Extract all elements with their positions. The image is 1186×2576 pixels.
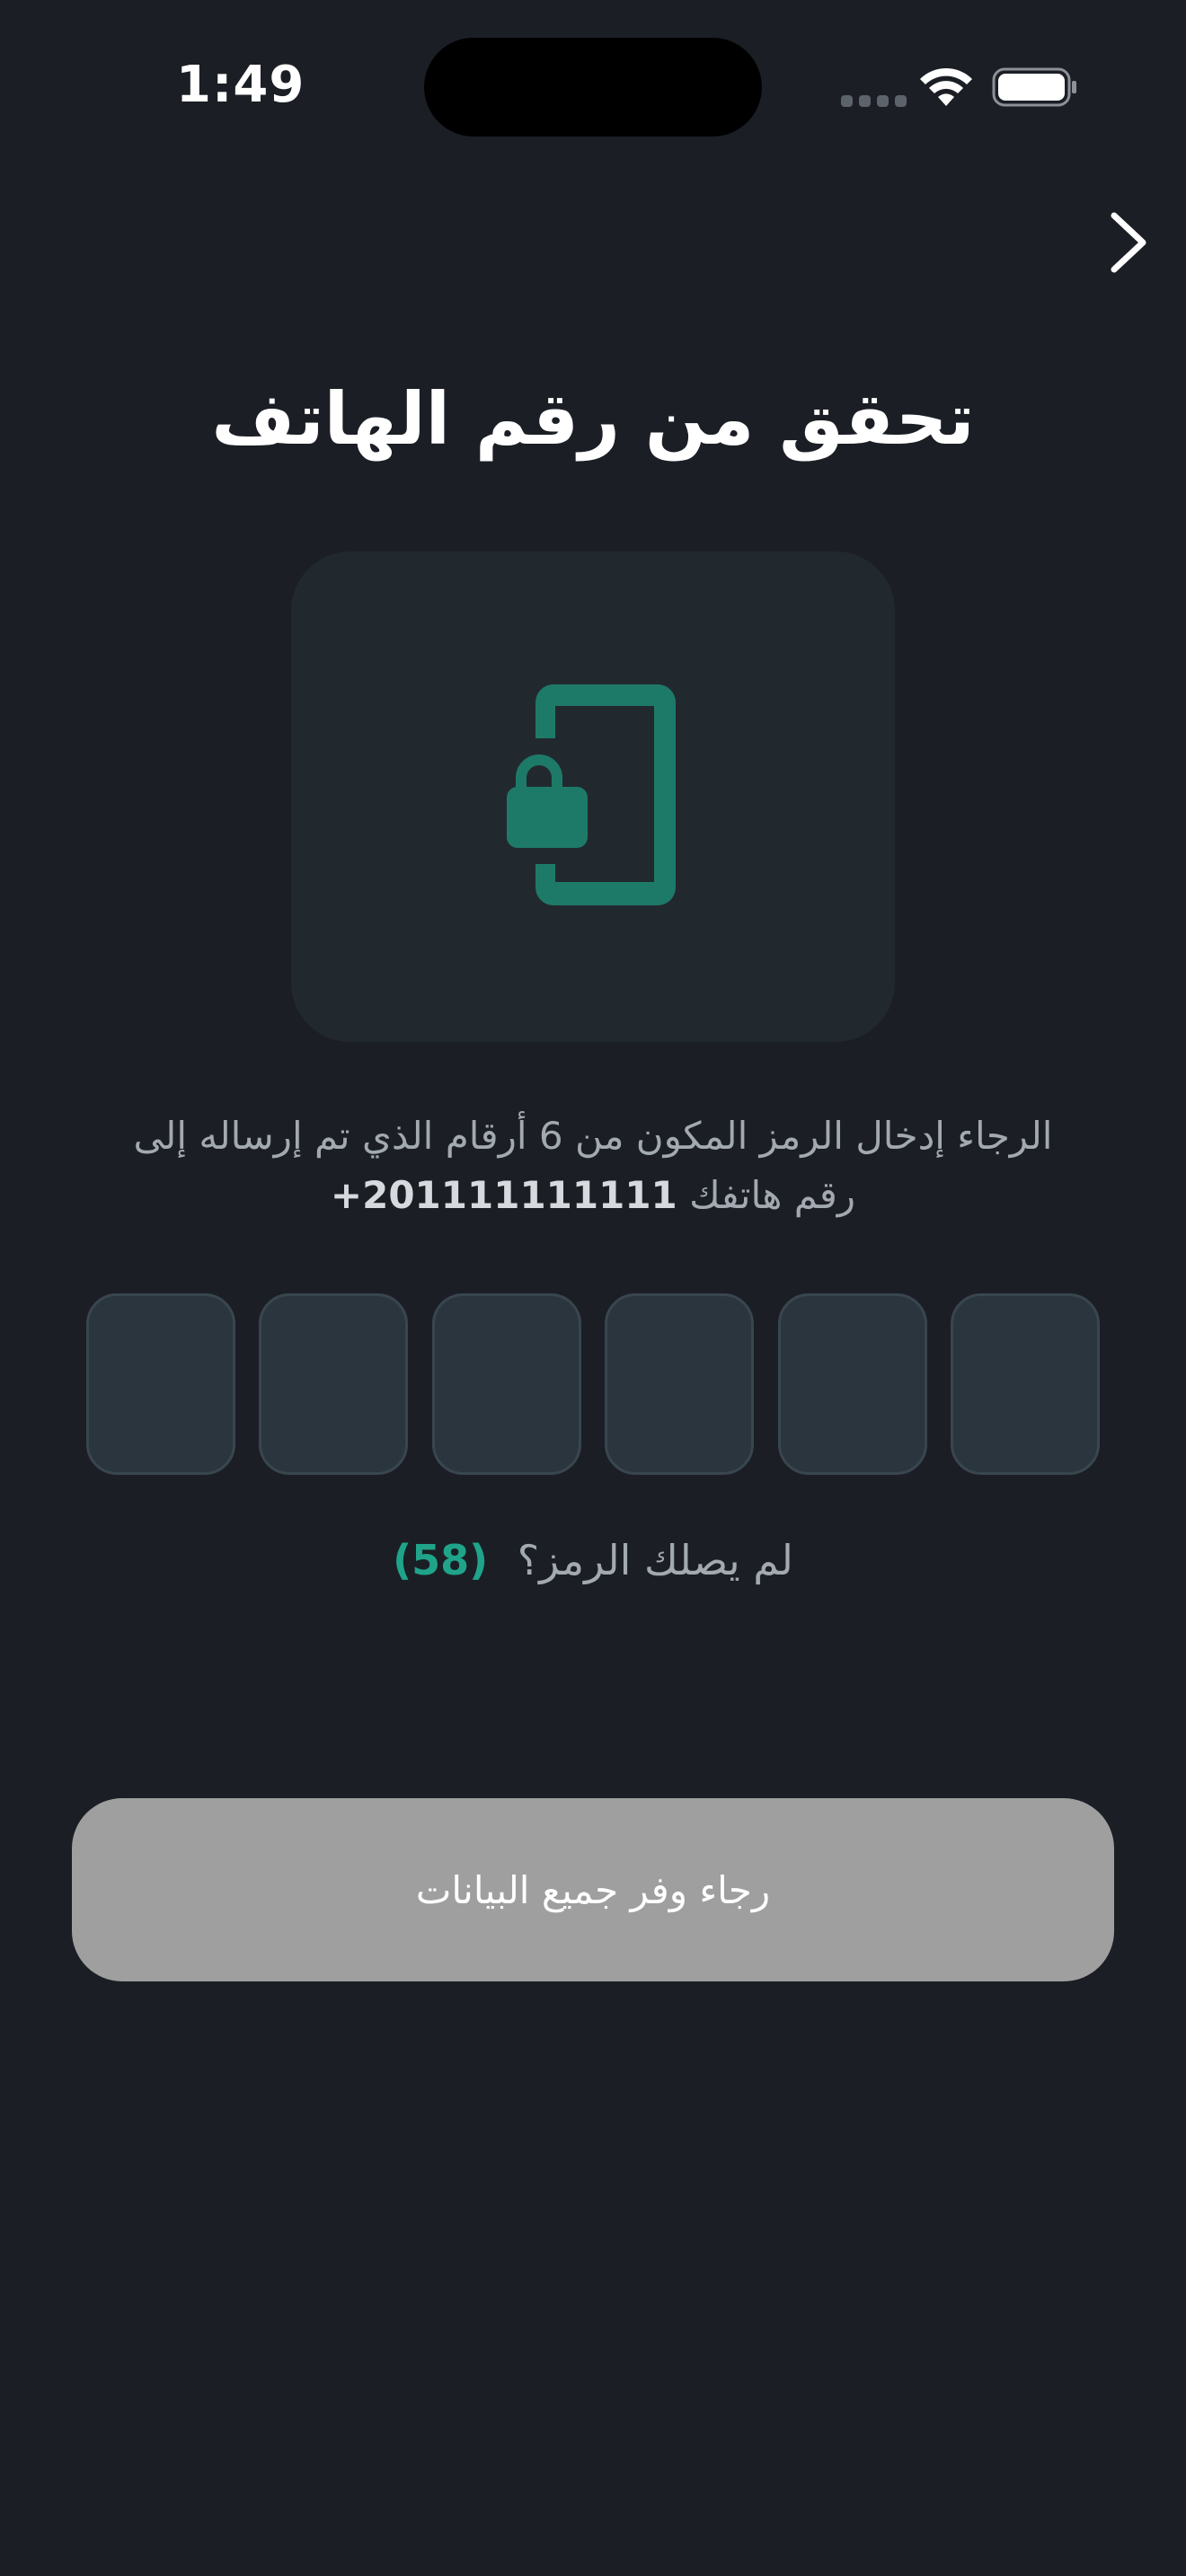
otp-input-row [86, 1293, 1100, 1475]
wifi-icon [920, 67, 972, 106]
battery-icon [992, 67, 1076, 107]
otp-digit-box[interactable] [431, 1293, 581, 1475]
otp-digit-box[interactable] [950, 1293, 1100, 1475]
resend-label: لم يصلك الرمز؟ [517, 1536, 793, 1584]
instructions-line-1: الرجاء إدخال الرمز المكون من 6 أرقام الذ… [133, 1114, 1053, 1158]
page-title: تحقق من رقم الهاتف [211, 377, 975, 461]
submit-button-label: رجاء وفر جميع البيانات [415, 1867, 771, 1912]
otp-digit-box[interactable] [86, 1293, 235, 1475]
otp-digit-box[interactable] [777, 1293, 927, 1475]
phone-lock-icon [503, 684, 676, 905]
otp-digit-box[interactable] [259, 1293, 409, 1475]
status-time: 1:49 [176, 56, 305, 114]
dynamic-island [424, 38, 762, 137]
instructions-line-2-prefix: رقم هاتفك [689, 1173, 856, 1217]
cellular-signal-icon [841, 95, 907, 107]
otp-digit-box[interactable] [605, 1293, 755, 1475]
instructions-line-2: رقم هاتفك +201111111111 [54, 1166, 1132, 1225]
instructions-text: الرجاء إدخال الرمز المكون من 6 أرقام الذ… [54, 1107, 1132, 1225]
back-button[interactable] [1098, 208, 1157, 277]
chevron-right-icon [1111, 212, 1146, 273]
resend-code-row: لم يصلك الرمز؟ (58) [0, 1536, 1186, 1584]
phone-number: +201111111111 [330, 1173, 677, 1217]
submit-button[interactable]: رجاء وفر جميع البيانات [72, 1798, 1114, 1981]
resend-countdown: (58) [393, 1536, 489, 1584]
illustration-card [291, 551, 895, 1042]
